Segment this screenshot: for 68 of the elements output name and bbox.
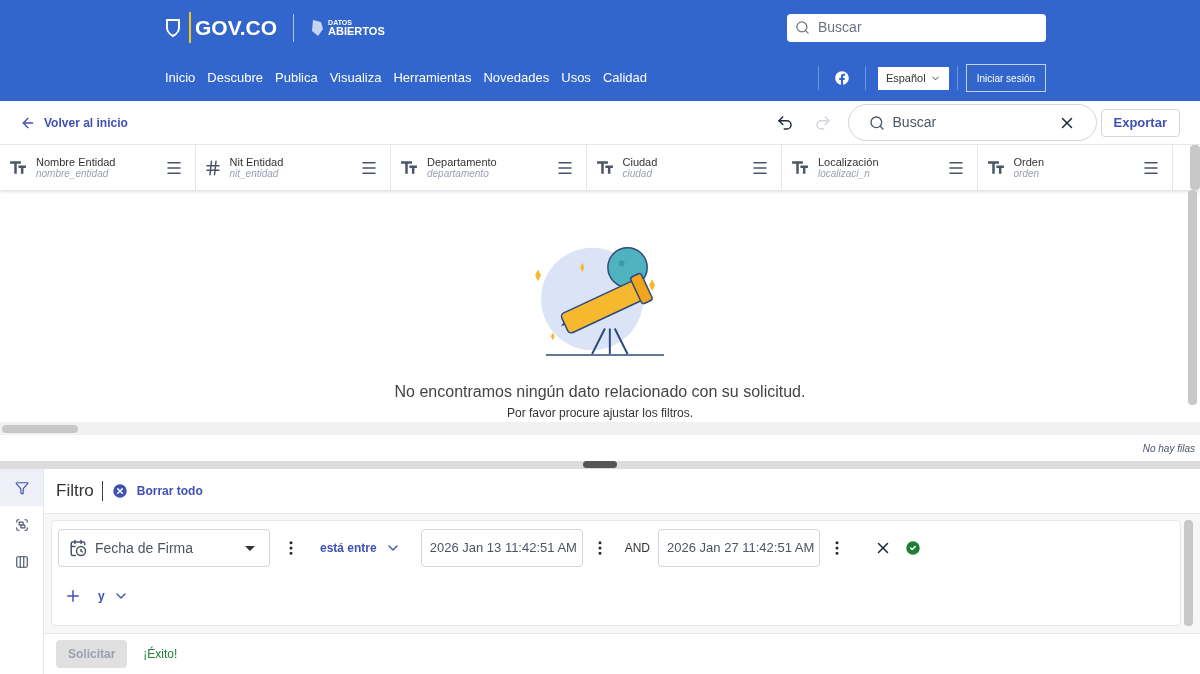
nav-link[interactable]: Calidad [602, 68, 647, 88]
operator-select[interactable]: está entre [320, 539, 401, 557]
search-placeholder: Buscar [892, 113, 937, 132]
nav-link[interactable]: Visualiza [329, 68, 382, 88]
field-value: Fecha de Firma [95, 538, 194, 558]
column-title: Nombre Entidad [36, 156, 116, 168]
column-field: nombre_entidad [36, 167, 116, 179]
status-message: ¡Éxito! [143, 645, 178, 663]
column-title: Nit Entidad [229, 156, 284, 168]
undo-icon[interactable] [775, 113, 794, 132]
search-field[interactable]: Buscar [787, 13, 1046, 42]
column-header[interactable]: Orden orden [977, 145, 1173, 190]
empty-hint: Por favor procure ajustar los filtros. [506, 405, 694, 422]
splitter-handle[interactable] [583, 461, 617, 468]
empty-message: No encontramos ningún dato relacionado con su solicitud. [394, 382, 806, 402]
add-icon[interactable] [64, 587, 82, 605]
hash-icon [203, 158, 222, 177]
nav-link[interactable]: Descubre [207, 68, 263, 88]
column-header[interactable]: Localización localizaci_n [782, 145, 978, 190]
logo[interactable]: GOV.CO [189, 11, 278, 44]
nav-link[interactable]: Usos [561, 68, 591, 88]
clear-all-link[interactable]: Borrar todo [110, 482, 203, 500]
row-count: No hay filas [1142, 441, 1195, 456]
language-select[interactable]: Español [877, 66, 949, 90]
column-field: ciudad [622, 167, 658, 179]
joiner-label: AND [624, 540, 651, 557]
calendar-icon [69, 539, 87, 557]
column-title: Orden [1013, 156, 1045, 168]
nav-link[interactable]: Novedades [483, 68, 550, 88]
search-icon [795, 20, 810, 35]
date-field[interactable]: 2026 Jan 13 11:42:51 AM [420, 529, 583, 567]
conjunction-select[interactable]: y [98, 587, 129, 605]
scrollbar[interactable] [1190, 145, 1200, 190]
dropdown-icon [245, 545, 255, 551]
facebook-icon[interactable] [834, 71, 849, 85]
column-header[interactable]: Departamento departamento [391, 145, 587, 190]
shield-icon [165, 17, 181, 38]
field-select[interactable]: Fecha de Firma [58, 529, 270, 567]
brand-title: ABIERTOS [328, 25, 385, 37]
column-title: Ciudad [622, 156, 658, 168]
side-tab[interactable] [0, 469, 43, 506]
login-button[interactable]: Iniciar sesión [965, 64, 1046, 92]
column-field: localizaci_n [818, 167, 879, 179]
search-placeholder: Buscar [818, 18, 862, 37]
clear-icon [110, 482, 129, 500]
search-icon [868, 114, 885, 131]
nav-link[interactable]: Inicio [165, 68, 196, 88]
scrollbar[interactable] [1188, 190, 1197, 405]
back-link[interactable]: Volver al inicio [20, 113, 128, 132]
columns-icon [14, 554, 29, 569]
column-title: Departamento [427, 156, 497, 168]
scrollbar[interactable] [2, 424, 78, 433]
map-icon [310, 18, 325, 37]
export-button[interactable]: Exportar [1100, 108, 1180, 137]
nav-link[interactable]: Herramientas [393, 68, 472, 88]
column-field: departamento [427, 167, 497, 179]
column-header[interactable]: Ciudad ciudad [586, 145, 782, 190]
column-header[interactable]: Nombre Entidad nombre_entidad [0, 145, 196, 190]
column-field: nit_entidad [229, 167, 284, 179]
nav-link[interactable]: Publica [275, 68, 318, 88]
scrollbar[interactable] [1184, 520, 1193, 626]
column-field: orden [1013, 167, 1045, 179]
filter-icon [14, 480, 29, 495]
column-title: Localización [818, 156, 879, 168]
date-field[interactable]: 2026 Jan 27 11:42:51 AM [658, 529, 821, 567]
filter-title: Filtro [56, 480, 94, 503]
group-icon [14, 517, 29, 532]
column-header[interactable]: Nit Entidad nit_entidad [195, 145, 391, 190]
